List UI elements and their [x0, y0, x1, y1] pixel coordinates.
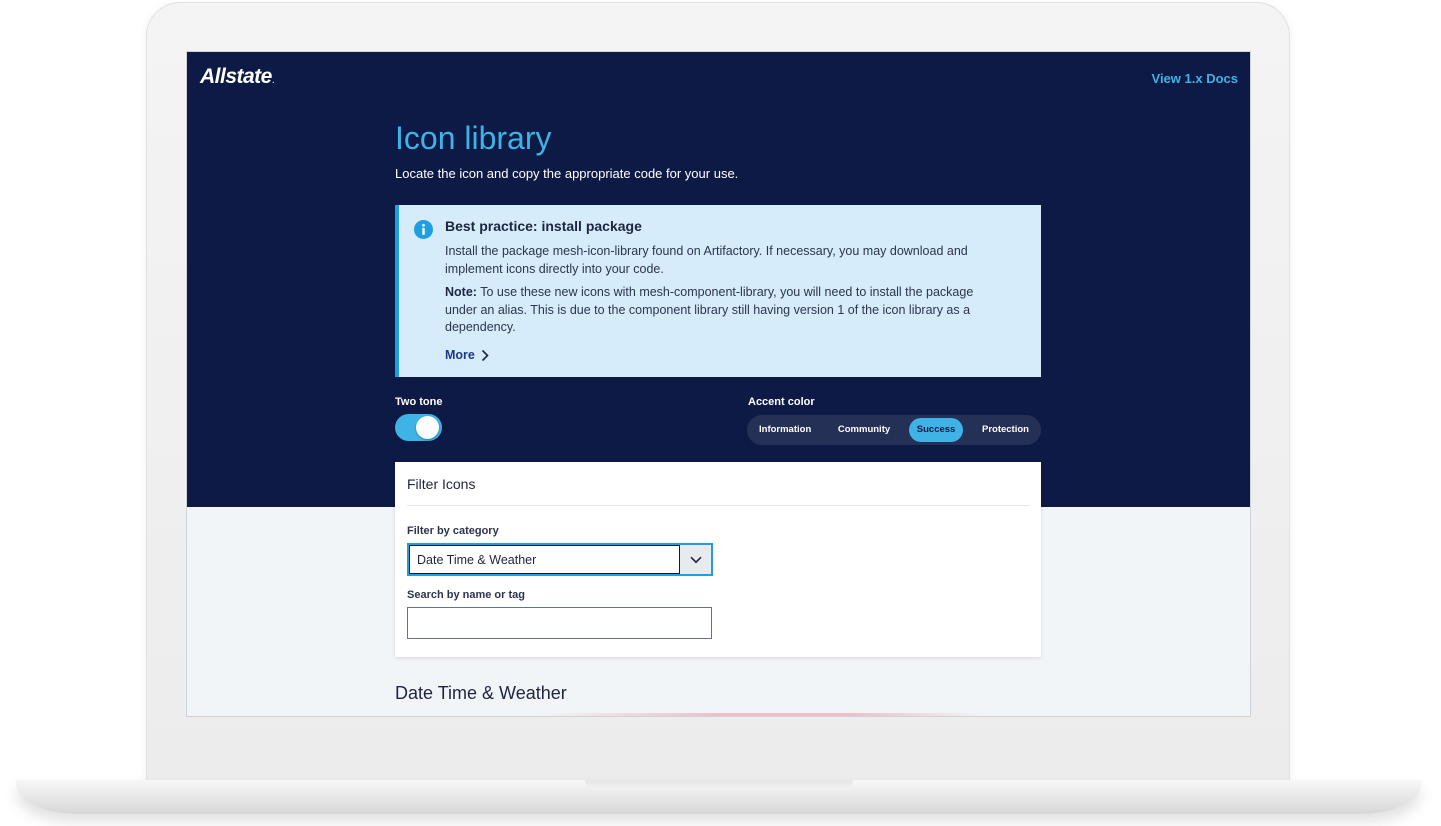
callout-note: Note: To use these new icons with mesh-c… [445, 284, 1005, 337]
logo-dot: . [271, 75, 275, 86]
search-label: Search by name or tag [407, 589, 525, 601]
best-practice-callout: Best practice: install package Install t… [395, 205, 1041, 377]
info-icon [414, 220, 433, 239]
top-navigation: Allstate. View 1.x Docs [187, 52, 1250, 104]
brand-logo[interactable]: Allstate. [200, 65, 275, 89]
filter-card-title: Filter Icons [407, 476, 476, 492]
browser-screen: Allstate. View 1.x Docs Icon library Loc… [186, 51, 1251, 717]
accent-color-label: Accent color [748, 396, 815, 408]
note-text: To use these new icons with mesh-compone… [445, 285, 974, 334]
page-subtitle: Locate the icon and copy the appropriate… [395, 166, 739, 181]
accent-option-success[interactable]: Success [908, 418, 964, 442]
callout-description: Install the package mesh-icon-library fo… [445, 244, 968, 276]
view-docs-link[interactable]: View 1.x Docs [1152, 71, 1238, 86]
two-tone-label: Two tone [395, 396, 443, 408]
results-heading: Date Time & Weather [395, 683, 567, 703]
category-select[interactable]: Date Time & Weather [407, 543, 713, 576]
page-title: Icon library [395, 120, 552, 156]
chevron-down-icon [689, 556, 702, 563]
two-tone-toggle[interactable] [395, 414, 442, 441]
category-label: Filter by category [407, 525, 499, 537]
accent-option-protection[interactable]: Protection [974, 418, 1037, 442]
filter-icons-card: Filter Icons Filter by category Date Tim… [395, 462, 1041, 657]
note-label: Note: [445, 285, 477, 299]
callout-title: Best practice: install package [445, 218, 642, 234]
search-input[interactable] [407, 607, 712, 639]
accent-color-selector: Information Community Success Protection [747, 415, 1041, 445]
divider [407, 505, 1029, 506]
accent-option-community[interactable]: Community [830, 418, 898, 442]
more-label: More [445, 348, 475, 362]
laptop-notch [585, 780, 853, 790]
accent-option-information[interactable]: Information [751, 418, 819, 442]
dropdown-toggle[interactable] [679, 545, 711, 574]
chevron-right-icon [481, 349, 489, 361]
decorative-accent-line [537, 713, 987, 716]
more-link[interactable]: More [445, 348, 489, 362]
toggle-knob [416, 416, 439, 439]
brand-name: Allstate [200, 65, 272, 88]
category-selected-value: Date Time & Weather [417, 553, 537, 567]
